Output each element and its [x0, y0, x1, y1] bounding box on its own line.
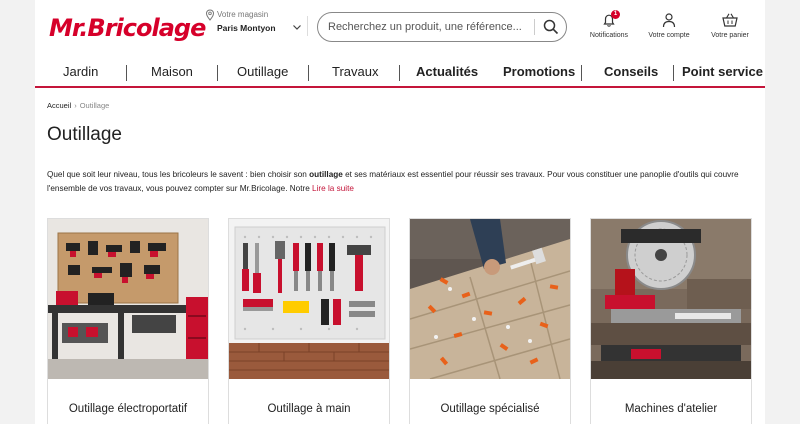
nav-item-point-service[interactable]: Point service: [682, 64, 763, 79]
breadcrumb-current: Outillage: [79, 101, 110, 110]
page-description: Quel que soit leur niveau, tous les bric…: [47, 168, 757, 196]
nav-item-outillage[interactable]: Outillage: [237, 64, 288, 79]
chevron-down-icon[interactable]: [291, 21, 303, 33]
nav-separator: [126, 65, 127, 81]
nav-separator: [399, 65, 400, 81]
notification-badge: 1: [611, 10, 620, 19]
nav-item-jardin[interactable]: Jardin: [63, 64, 98, 79]
account-label: Votre compte: [648, 32, 690, 39]
nav-item-actualites[interactable]: Actualités: [416, 64, 478, 79]
category-image-workshop-machines: [591, 219, 751, 379]
category-image-power-tools: [48, 219, 208, 379]
category-card-specialise[interactable]: Outillage spécialisé: [409, 218, 571, 424]
search-icon[interactable]: [542, 18, 560, 36]
category-image-specialized-tools: [410, 219, 570, 379]
nav-separator: [673, 65, 674, 81]
location-pin-icon: [205, 9, 215, 21]
description-text: Quel que soit leur niveau, tous les bric…: [47, 170, 310, 179]
nav-separator: [217, 65, 218, 81]
nav-item-travaux[interactable]: Travaux: [332, 64, 378, 79]
category-label[interactable]: Outillage à main: [229, 403, 389, 415]
category-label[interactable]: Outillage spécialisé: [410, 403, 570, 415]
main-nav: Jardin Maison Outillage Travaux Actualit…: [35, 58, 765, 88]
user-icon: [662, 13, 676, 28]
nav-item-promotions[interactable]: Promotions: [503, 64, 575, 79]
search-input[interactable]: [328, 19, 528, 35]
breadcrumb-home[interactable]: Accueil: [47, 101, 71, 110]
nav-separator: [581, 65, 582, 81]
search-divider: [534, 19, 535, 35]
cart-label: Votre panier: [711, 32, 749, 39]
category-card-machines-atelier[interactable]: Machines d'atelier: [590, 218, 752, 424]
breadcrumb-arrow-icon: ›: [74, 101, 77, 110]
category-card-a-main[interactable]: Outillage à main: [228, 218, 390, 424]
category-card-electroportatif[interactable]: Outillage électroportatif: [47, 218, 209, 424]
page-title: Outillage: [47, 124, 122, 145]
nav-item-maison[interactable]: Maison: [151, 64, 193, 79]
search-bar[interactable]: [317, 12, 567, 42]
category-label[interactable]: Machines d'atelier: [591, 403, 751, 415]
account-button[interactable]: Votre compte: [643, 12, 695, 39]
breadcrumb: Accueil › Outillage: [47, 101, 109, 110]
store-label: Votre magasin: [217, 10, 269, 19]
nav-item-conseils[interactable]: Conseils: [604, 64, 658, 79]
header-divider: [307, 16, 308, 36]
category-label[interactable]: Outillage électroportatif: [48, 403, 208, 415]
page: Mr.Bricolage Votre magasin Paris Montyon…: [35, 0, 765, 424]
nav-separator: [308, 65, 309, 81]
notifications-label: Notifications: [589, 32, 629, 39]
store-name[interactable]: Paris Montyon: [217, 23, 276, 33]
cart-button[interactable]: Votre panier: [705, 12, 755, 39]
basket-icon: [722, 13, 738, 27]
site-logo[interactable]: Mr.Bricolage: [49, 14, 206, 42]
description-bold: outillage: [309, 170, 343, 179]
category-image-hand-tools: [229, 219, 389, 379]
read-more-link[interactable]: Lire la suite: [312, 184, 354, 193]
notifications-button[interactable]: 1 Notifications: [585, 10, 633, 39]
